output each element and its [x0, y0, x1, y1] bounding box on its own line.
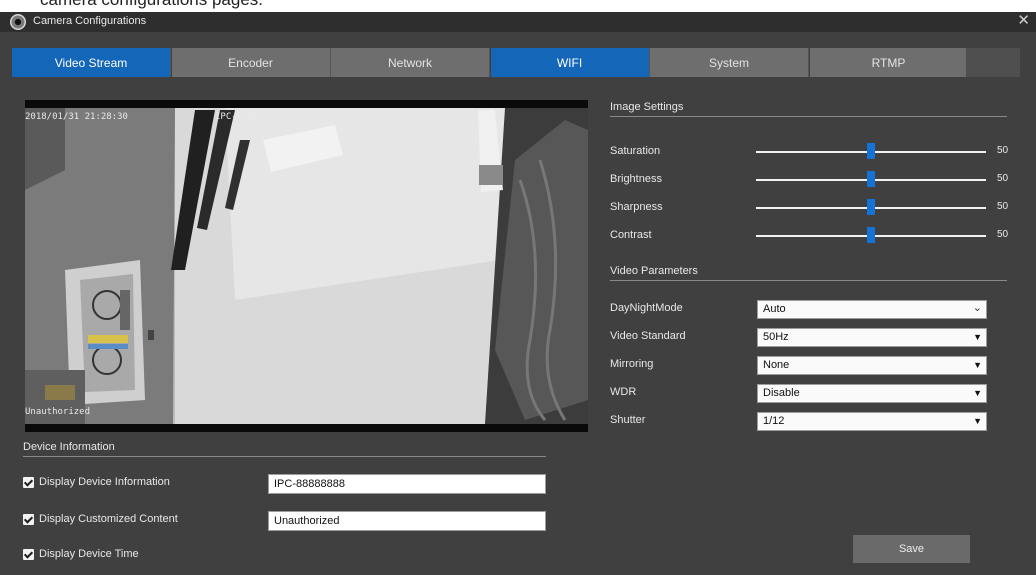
tab-encoder[interactable]: Encoder — [171, 48, 331, 77]
dropdown-arrow-icon: ▼ — [973, 360, 982, 370]
shutter-value: 1/12 — [763, 415, 785, 427]
image-settings-title: Image Settings — [610, 101, 684, 113]
contrast-label: Contrast — [610, 229, 652, 241]
saturation-label: Saturation — [610, 145, 661, 157]
mirroring-select[interactable]: None ▼ — [757, 356, 987, 375]
contrast-value: 50 — [997, 229, 1009, 240]
video-standard-label: Video Standard — [610, 330, 686, 342]
osd-timestamp: 2018/01/31 21:28:30 — [25, 112, 128, 122]
display-device-info-checkbox[interactable] — [23, 477, 34, 488]
page-caption: camera configurations pages. — [40, 0, 263, 10]
osd-custom-text: Unauthorized — [25, 407, 91, 417]
display-device-time-label: Display Device Time — [39, 548, 139, 560]
display-custom-content-checkbox[interactable] — [23, 514, 34, 525]
day-night-mode-value: Auto — [763, 303, 786, 315]
shutter-label: Shutter — [610, 414, 646, 426]
brightness-label: Brightness — [610, 173, 662, 185]
brightness-value: 50 — [997, 173, 1009, 184]
display-device-info-label: Display Device Information — [39, 476, 170, 488]
sharpness-slider-thumb[interactable] — [867, 199, 875, 215]
sharpness-label: Sharpness — [610, 201, 663, 213]
display-custom-content-label: Display Customized Content — [39, 513, 178, 525]
video-parameters-title: Video Parameters — [610, 265, 698, 277]
brightness-slider-thumb[interactable] — [867, 171, 875, 187]
wdr-label: WDR — [610, 386, 637, 398]
osd-device-name: IPC-88888888 — [215, 112, 281, 122]
close-icon[interactable]: ✕ — [1017, 12, 1030, 30]
contrast-slider-thumb[interactable] — [867, 227, 875, 243]
tab-system[interactable]: System — [650, 48, 809, 77]
title-bar: Camera Configurations ✕ — [0, 12, 1036, 32]
device-info-title: Device Information — [23, 441, 115, 453]
day-night-mode-label: DayNightMode — [610, 302, 683, 314]
saturation-slider-thumb[interactable] — [867, 143, 875, 159]
video-standard-select[interactable]: 50Hz ▼ — [757, 328, 987, 347]
custom-content-input[interactable] — [268, 511, 546, 531]
saturation-value: 50 — [997, 145, 1009, 156]
video-preview: 2018/01/31 21:28:30 IPC-88888888 Unautho… — [25, 100, 588, 432]
display-device-time-checkbox[interactable] — [23, 549, 34, 560]
window-title: Camera Configurations — [33, 15, 147, 27]
tab-wifi[interactable]: WIFI — [490, 48, 650, 77]
image-settings-divider — [610, 116, 1007, 117]
sharpness-value: 50 — [997, 201, 1009, 212]
dropdown-arrow-icon: ▼ — [973, 416, 982, 426]
wdr-select[interactable]: Disable ▼ — [757, 384, 987, 403]
tab-network[interactable]: Network — [331, 48, 490, 77]
camera-feed-image — [25, 100, 588, 432]
video-parameters-divider — [610, 280, 1007, 281]
shutter-select[interactable]: 1/12 ▼ — [757, 412, 987, 431]
camera-app-icon — [10, 14, 26, 30]
dropdown-arrow-icon: ▼ — [973, 388, 982, 398]
day-night-mode-select[interactable]: Auto ⌄ — [757, 300, 987, 319]
chevron-down-icon: ⌄ — [972, 302, 982, 314]
tab-rtmp[interactable]: RTMP — [809, 48, 969, 77]
mirroring-label: Mirroring — [610, 358, 654, 370]
video-standard-value: 50Hz — [763, 331, 789, 343]
dropdown-arrow-icon: ▼ — [973, 332, 982, 342]
device-info-input[interactable] — [268, 474, 546, 494]
device-info-divider — [23, 456, 546, 457]
tab-bar: Video Stream Encoder Network WIFI System… — [12, 48, 969, 77]
tab-video-stream[interactable]: Video Stream — [12, 48, 171, 77]
wdr-value: Disable — [763, 387, 800, 399]
tab-bar-filler — [966, 48, 1020, 77]
camera-config-window: Camera Configurations ✕ Video Stream Enc… — [0, 12, 1036, 575]
mirroring-value: None — [763, 359, 790, 371]
save-button[interactable]: Save — [853, 535, 970, 563]
